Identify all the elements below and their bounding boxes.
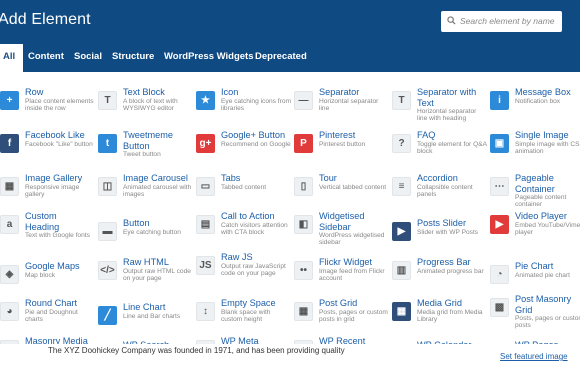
tabs-icon: ▭ [196, 177, 215, 196]
carousel-icon: ◫ [98, 177, 117, 196]
slider-icon: ▶ [392, 222, 411, 241]
tab-content[interactable]: Content [28, 44, 64, 72]
element-message-box[interactable]: i Message Box Notification box [490, 87, 580, 130]
element-image-carousel[interactable]: ◫ Image Carousel Animated carousel with … [98, 173, 194, 216]
tab-bar: All Content Social Structure WordPress W… [0, 44, 580, 72]
html-icon: </> [98, 261, 117, 280]
masonry-icon: ▩ [490, 298, 509, 317]
element-pinterest[interactable]: P Pinterest Pinterest button [294, 130, 390, 173]
element-widgetised-sidebar[interactable]: ◧ Widgetised Sidebar WordPress widgetise… [294, 211, 390, 254]
tab-all[interactable]: All [0, 44, 23, 72]
element-tweetmeme-button[interactable]: t Tweetmeme Button Tweet button [98, 130, 194, 173]
line-chart-icon: ╱ [98, 306, 117, 325]
pinterest-icon: P [294, 134, 313, 153]
element-round-chart[interactable]: ◕ Round Chart Pie and Doughnut charts [0, 298, 96, 341]
video-icon: ▶ [490, 215, 509, 234]
element-post-grid[interactable]: ▦ Post Grid Posts, pages or custom posts… [294, 298, 390, 341]
element-separator[interactable]: — Separator Horizontal separator line [294, 87, 390, 130]
image-icon: ▣ [490, 134, 509, 153]
element-posts-slider[interactable]: ▶ Posts Slider Slider with WP Posts [392, 218, 488, 261]
pie-chart-icon: ◔ [490, 265, 509, 284]
media-grid-icon: ▦ [392, 302, 411, 321]
element-grid: + Row Place content elements inside the … [0, 72, 580, 363]
search-icon [447, 16, 456, 25]
post-content-text: The XYZ Doohickey Company was founded in… [48, 346, 345, 355]
element-post-masonry-grid[interactable]: ▩ Post Masonry Grid Posts, pages or cust… [490, 294, 580, 337]
cta-icon: ▤ [196, 215, 215, 234]
twitter-icon: t [98, 134, 117, 153]
element-separator-with-text[interactable]: T Separator with Text Horizontal separat… [392, 87, 488, 130]
sidebar-icon: ◧ [294, 215, 313, 234]
heading-icon: a [0, 215, 19, 234]
tour-icon: ▯ [294, 177, 313, 196]
faq-icon: ? [392, 134, 411, 153]
round-chart-icon: ◕ [0, 302, 19, 321]
element-icon[interactable]: ★ Icon Eye catching icons from libraries [196, 87, 292, 130]
element-line-chart[interactable]: ╱ Line Chart Line and Bar charts [98, 302, 194, 345]
tab-structure[interactable]: Structure [112, 44, 154, 72]
button-icon: ▬ [98, 222, 117, 241]
empty-space-icon: ↕ [196, 302, 215, 321]
map-icon: ◈ [0, 265, 19, 284]
js-icon: JS [196, 256, 215, 275]
separator-text-icon: T [392, 91, 411, 110]
element-tabs[interactable]: ▭ Tabs Tabbed content [196, 173, 292, 216]
element-facebook-like[interactable]: f Facebook Like Facebook "Like" button [0, 130, 96, 173]
set-featured-image-link[interactable]: Set featured image [500, 352, 568, 361]
element-tour[interactable]: ▯ Tour Vertical tabbed content [294, 173, 390, 216]
element-call-to-action[interactable]: ▤ Call to Action Catch visitors attentio… [196, 211, 292, 254]
gallery-icon: ▦ [0, 177, 19, 196]
tab-wordpress-widgets[interactable]: WordPress Widgets [164, 44, 253, 72]
dialog-title: Add Element [0, 11, 91, 28]
info-icon: i [490, 91, 509, 110]
element-button[interactable]: ▬ Button Eye catching button [98, 218, 194, 261]
tab-social[interactable]: Social [74, 44, 102, 72]
plus-icon: + [0, 91, 19, 110]
text-block-icon: T [98, 91, 117, 110]
star-icon: ★ [196, 91, 215, 110]
element-raw-js[interactable]: JS Raw JS Output raw JavaScript code on … [196, 252, 292, 295]
tab-deprecated[interactable]: Deprecated [255, 44, 307, 72]
element-video-player[interactable]: ▶ Video Player Embed YouTube/Vimeo playe… [490, 211, 580, 254]
pageable-icon: ⋯ [490, 177, 509, 196]
element-empty-space[interactable]: ↕ Empty Space Blank space with custom he… [196, 298, 292, 341]
element-accordion[interactable]: ≡ Accordion Collapsible content panels [392, 173, 488, 216]
element-single-image[interactable]: ▣ Single Image Simple image with CSS ani… [490, 130, 580, 173]
element-media-grid[interactable]: ▦ Media Grid Media grid from Media Libra… [392, 298, 488, 341]
element-pageable-container[interactable]: ⋯ Pageable Container Pageable content co… [490, 173, 580, 216]
element-google-plus-button[interactable]: g+ Google+ Button Recommend on Google [196, 130, 292, 173]
facebook-icon: f [0, 134, 19, 153]
element-image-gallery[interactable]: ▦ Image Gallery Responsive image gallery [0, 173, 96, 216]
element-raw-html[interactable]: </> Raw HTML Output raw HTML code on you… [98, 257, 194, 300]
element-text-block[interactable]: T Text Block A block of text with WYSIWY… [98, 87, 194, 130]
google-plus-icon: g+ [196, 134, 215, 153]
element-faq[interactable]: ? FAQ Toggle element for Q&A block [392, 130, 488, 173]
dialog-header: Add Element Search element by name [0, 0, 580, 44]
post-grid-icon: ▦ [294, 302, 313, 321]
separator-icon: — [294, 91, 313, 110]
progress-icon: ▥ [392, 261, 411, 280]
search-field[interactable]: Search element by name [441, 11, 562, 32]
element-custom-heading[interactable]: a Custom Heading Text with Google fonts [0, 211, 96, 254]
element-flickr-widget[interactable]: •• Flickr Widget Image feed from Flickr … [294, 257, 390, 300]
accordion-icon: ≡ [392, 177, 411, 196]
search-input[interactable]: Search element by name [460, 16, 555, 26]
element-progress-bar[interactable]: ▥ Progress Bar Animated progress bar [392, 257, 488, 300]
flickr-icon: •• [294, 261, 313, 280]
element-row[interactable]: + Row Place content elements inside the … [0, 87, 96, 130]
